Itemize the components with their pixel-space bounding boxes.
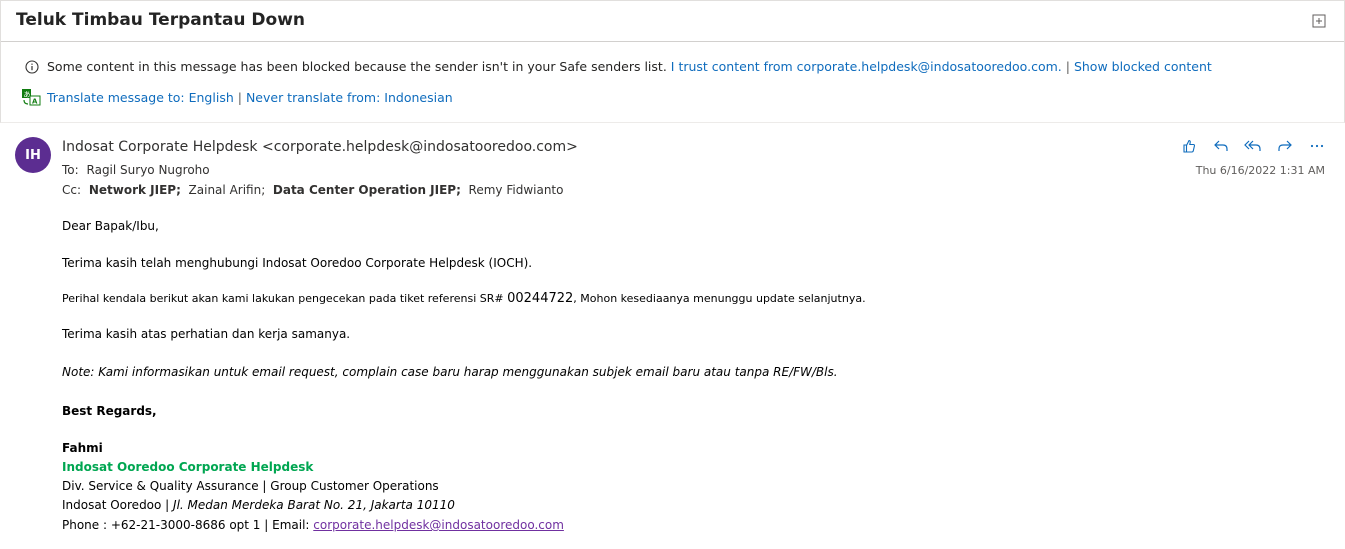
signature-org: Indosat Ooredoo Corporate Helpdesk (62, 460, 314, 474)
like-icon[interactable] (1177, 136, 1201, 156)
recipient[interactable]: Data Center Operation JIEP; (273, 183, 461, 197)
perihal-line: Perihal kendala berikut akan kami lakuka… (62, 291, 866, 306)
phone-text: Phone : +62-21-3000-8686 opt 1 | Email: (62, 518, 314, 532)
address-street: Jl. Medan Merdeka Barat No. 21, Jakarta … (173, 498, 455, 512)
svg-text:あ: あ (24, 91, 31, 99)
sender-avatar[interactable]: IH (15, 137, 51, 173)
svg-text:A: A (32, 98, 38, 106)
translate-icon: あA (21, 88, 41, 109)
recipient[interactable]: Zainal Arifin; (189, 183, 266, 197)
subject-bar: Teluk Timbau Terpantau Down (0, 0, 1345, 42)
translate-message-link[interactable]: Translate message to: English (47, 90, 234, 105)
to-label: To: (62, 163, 79, 177)
recipient[interactable]: Remy Fidwianto (469, 183, 564, 197)
reply-all-icon[interactable] (1241, 136, 1265, 156)
recipient[interactable]: Network JIEP; (89, 183, 181, 197)
recipient[interactable]: Ragil Suryo Nugroho (87, 163, 210, 177)
security-notice-area: Some content in this message has been bl… (0, 41, 1345, 123)
greeting: Dear Bapak/Ibu, (62, 219, 159, 233)
separator: | (237, 90, 242, 105)
sr-number: 00244722 (507, 291, 574, 306)
closing-line: Terima kasih atas perhatian dan kerja sa… (62, 327, 351, 341)
trust-sender-link[interactable]: I trust content from corporate.helpdesk@… (671, 59, 1062, 74)
forward-icon[interactable] (1273, 136, 1297, 156)
open-in-new-window-icon[interactable] (1312, 13, 1326, 28)
address-prefix: Indosat Ooredoo | (62, 498, 174, 512)
cc-label: Cc: (62, 183, 82, 197)
info-icon (25, 60, 39, 77)
message-date: Thu 6/16/2022 1:31 AM (1195, 164, 1325, 177)
more-icon[interactable] (1305, 136, 1329, 156)
show-blocked-content-link[interactable]: Show blocked content (1074, 59, 1212, 74)
signature-name: Fahmi (62, 441, 103, 455)
separator: | (1065, 59, 1070, 74)
signature-contact: Phone : +62-21-3000-8686 opt 1 | Email: … (62, 518, 564, 532)
message-actions (1177, 136, 1329, 156)
blocked-content-notice: Some content in this message has been bl… (25, 59, 1212, 77)
perihal-suffix: , Mohon kesediaanya menunggu update sela… (573, 292, 866, 305)
message-subject: Teluk Timbau Terpantau Down (16, 10, 306, 30)
perihal-prefix: Perihal kendala berikut akan kami lakuka… (62, 292, 504, 305)
signature-address: Indosat Ooredoo | Jl. Medan Merdeka Bara… (62, 498, 455, 512)
signature-division: Div. Service & Quality Assurance | Group… (62, 479, 439, 493)
never-translate-link[interactable]: Never translate from: Indonesian (246, 90, 453, 105)
to-recipients: To: Ragil Suryo Nugroho (62, 163, 210, 177)
thanks-line: Terima kasih telah menghubungi Indosat O… (62, 256, 533, 270)
note-line: Note: Kami informasikan untuk email requ… (62, 365, 838, 379)
cc-recipients: Cc: Network JIEP; Zainal Arifin; Data Ce… (62, 183, 563, 197)
reply-icon[interactable] (1209, 136, 1233, 156)
translate-bar: あA Translate message to: English | Never… (21, 88, 453, 109)
sender-from[interactable]: Indosat Corporate Helpdesk <corporate.he… (62, 139, 578, 155)
blocked-text: Some content in this message has been bl… (47, 59, 667, 74)
email-link[interactable]: corporate.helpdesk@indosatooredoo.com (313, 518, 564, 532)
regards: Best Regards, (62, 404, 157, 418)
